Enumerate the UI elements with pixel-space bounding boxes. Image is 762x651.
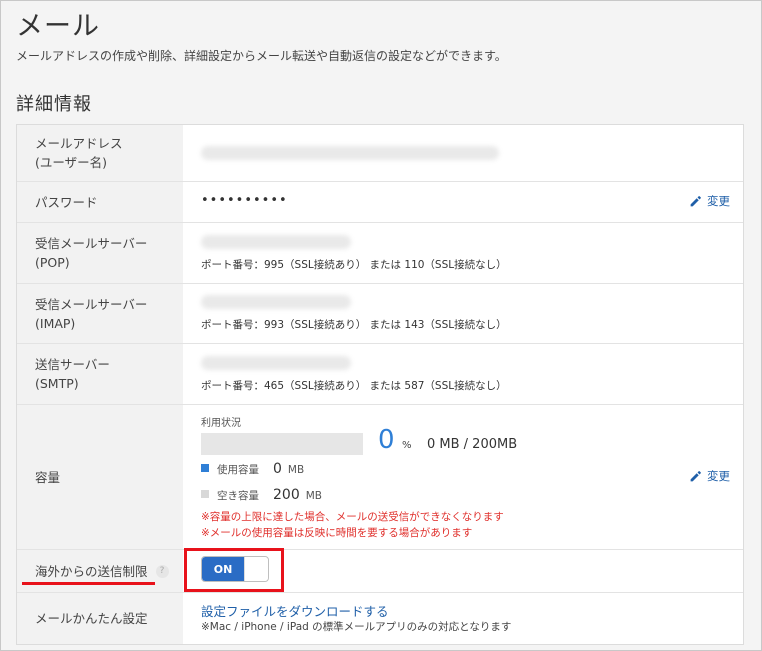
email-redacted bbox=[201, 146, 499, 160]
easy-setup-label: メールかんたん設定 bbox=[17, 593, 183, 644]
used-label: 使用容量 bbox=[217, 464, 259, 476]
pop-value: ポート番号：995（SSL接続あり） または 110（SSL接続なし） bbox=[183, 223, 743, 283]
smtp-port: ポート番号：465（SSL接続あり） または 587（SSL接続なし） bbox=[201, 380, 507, 392]
red-underline bbox=[22, 582, 155, 585]
free-square-icon bbox=[201, 490, 209, 498]
pencil-icon bbox=[690, 470, 701, 481]
used-value: 0 bbox=[273, 461, 282, 477]
page-title: メール bbox=[16, 11, 100, 42]
row-email: メールアドレス (ユーザー名) bbox=[17, 125, 743, 182]
download-note: ※Mac / iPhone / iPad の標準メールアプリのみの対応となります bbox=[201, 621, 512, 633]
password-label: パスワード bbox=[17, 182, 183, 222]
free-legend: 空き容量 200 MB bbox=[201, 487, 322, 503]
free-unit: MB bbox=[305, 490, 322, 502]
capacity-change-label: 変更 bbox=[707, 469, 730, 483]
row-capacity: 容量 利用状況 0 % 0 MB / 200MB 使用容量 0 MB 空き容量 … bbox=[17, 405, 743, 550]
used-square-icon bbox=[201, 464, 209, 472]
easy-setup-value: 設定ファイルをダウンロードする ※Mac / iPhone / iPad の標準… bbox=[183, 593, 743, 644]
row-pop: 受信メールサーバー (POP) ポート番号：995（SSL接続あり） または 1… bbox=[17, 223, 743, 284]
capacity-warning-2: ※メールの使用容量は反映に時間を要する場合があります bbox=[201, 527, 473, 539]
password-change-label: 変更 bbox=[707, 194, 730, 208]
pop-port: ポート番号：995（SSL接続あり） または 110（SSL接続なし） bbox=[201, 259, 507, 271]
imap-label: 受信メールサーバー (IMAP) bbox=[17, 284, 183, 343]
row-password: パスワード •••••••••• 変更 bbox=[17, 182, 743, 223]
overseas-label: 海外からの送信制限 ? bbox=[17, 550, 183, 592]
smtp-value: ポート番号：465（SSL接続あり） または 587（SSL接続なし） bbox=[183, 344, 743, 404]
used-unit: MB bbox=[287, 464, 305, 476]
smtp-server-redacted bbox=[201, 356, 351, 370]
capacity-warning-1: ※容量の上限に達した場合、メールの送受信ができなくなります bbox=[201, 511, 504, 523]
usage-status-label: 利用状況 bbox=[201, 418, 241, 429]
used-legend: 使用容量 0 MB bbox=[201, 461, 304, 477]
free-label: 空き容量 bbox=[217, 490, 259, 502]
row-easy-setup: メールかんたん設定 設定ファイルをダウンロードする ※Mac / iPhone … bbox=[17, 593, 743, 644]
pop-label: 受信メールサーバー (POP) bbox=[17, 223, 183, 283]
usage-bar bbox=[201, 433, 363, 455]
email-value bbox=[183, 125, 743, 181]
red-highlight-box bbox=[184, 548, 284, 592]
capacity-label: 容量 bbox=[17, 405, 183, 549]
password-mask: •••••••••• bbox=[201, 193, 288, 208]
usage-percent: 0 bbox=[378, 425, 395, 455]
download-config-link[interactable]: 設定ファイルをダウンロードする bbox=[201, 601, 389, 620]
email-label: メールアドレス (ユーザー名) bbox=[17, 125, 183, 181]
row-smtp: 送信サーバー (SMTP) ポート番号：465（SSL接続あり） または 587… bbox=[17, 344, 743, 405]
imap-port: ポート番号：993（SSL接続あり） または 143（SSL接続なし） bbox=[201, 319, 507, 331]
section-title: 詳細情報 bbox=[16, 94, 92, 115]
capacity-value: 利用状況 0 % 0 MB / 200MB 使用容量 0 MB 空き容量 200… bbox=[183, 405, 743, 549]
capacity-change-link[interactable]: 変更 bbox=[689, 468, 730, 484]
free-value: 200 bbox=[273, 487, 300, 503]
help-icon[interactable]: ? bbox=[155, 564, 169, 578]
usage-percent-unit: % bbox=[402, 440, 412, 451]
imap-server-redacted bbox=[201, 295, 351, 309]
smtp-label: 送信サーバー (SMTP) bbox=[17, 344, 183, 404]
capacity-total: 0 MB / 200MB bbox=[427, 437, 518, 452]
password-value: •••••••••• 変更 bbox=[183, 182, 743, 222]
page-description: メールアドレスの作成や削除、詳細設定からメール転送や自動返信の設定などができます… bbox=[16, 49, 507, 63]
pencil-icon bbox=[690, 195, 701, 206]
imap-value: ポート番号：993（SSL接続あり） または 143（SSL接続なし） bbox=[183, 284, 743, 343]
password-change-link[interactable]: 変更 bbox=[689, 193, 730, 209]
row-imap: 受信メールサーバー (IMAP) ポート番号：993（SSL接続あり） または … bbox=[17, 284, 743, 344]
row-overseas: 海外からの送信制限 ? bbox=[17, 550, 743, 593]
details-panel: メールアドレス (ユーザー名) パスワード •••••••••• 変更 受信メー… bbox=[16, 124, 744, 645]
pop-server-redacted bbox=[201, 235, 351, 249]
